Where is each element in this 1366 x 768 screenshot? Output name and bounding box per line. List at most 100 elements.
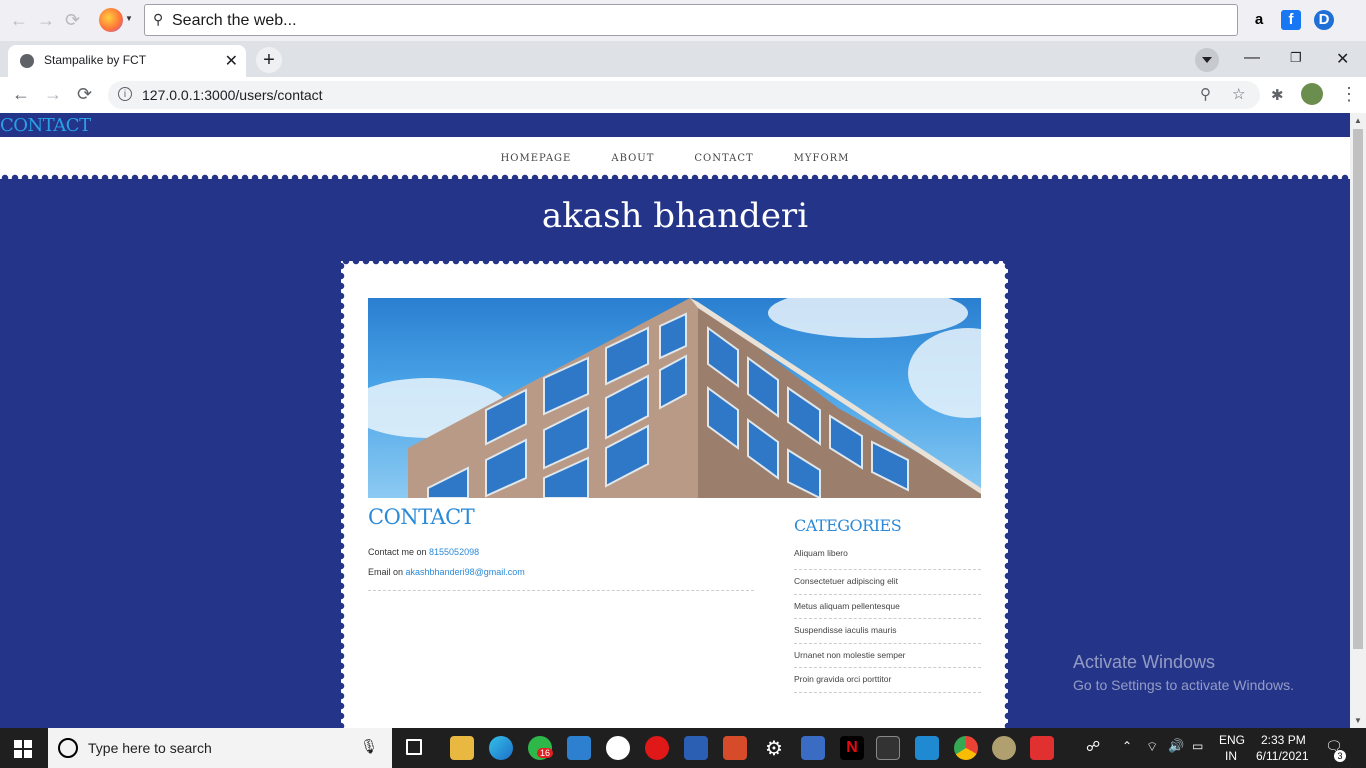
edge-icon[interactable] xyxy=(489,736,513,760)
chevron-up-icon[interactable]: ⌃ xyxy=(1122,739,1132,753)
contact-heading: CONTACT xyxy=(368,505,475,529)
category-item[interactable]: Aliquam libero xyxy=(794,546,981,570)
powerpoint-icon[interactable] xyxy=(723,736,747,760)
ff-back-icon[interactable]: ← xyxy=(10,11,28,29)
scroll-up-icon[interactable]: ▲ xyxy=(1354,116,1362,125)
task-view-icon[interactable] xyxy=(406,739,422,755)
categories-list: Aliquam libero Consectetuer adipiscing e… xyxy=(794,546,981,693)
volume-icon[interactable]: 🔊 xyxy=(1168,738,1184,754)
divider xyxy=(368,590,754,591)
battery-icon[interactable]: ▭ xyxy=(1192,739,1203,753)
phone-link[interactable]: 8155052098 xyxy=(429,547,479,557)
nav-homepage[interactable]: HOMEPAGE xyxy=(501,153,572,164)
whatsapp-badge: 16 xyxy=(537,748,554,758)
firefox-logo-icon[interactable] xyxy=(99,8,123,32)
microphone-icon[interactable]: 🎙 xyxy=(360,738,378,755)
close-icon[interactable]: ✕ xyxy=(225,51,238,71)
windows-start-icon[interactable] xyxy=(14,740,32,758)
language-label[interactable]: ENG xyxy=(1219,733,1245,747)
scalloped-divider xyxy=(0,171,1350,179)
category-item[interactable]: Proin gravida orci porttitor xyxy=(794,668,981,693)
categories-heading: CATEGORIES xyxy=(794,516,902,535)
category-item[interactable]: Urnanet non molestie semper xyxy=(794,644,981,668)
tab-stampalike[interactable]: Stampalike by FCT ✕ xyxy=(8,45,246,77)
people-icon[interactable]: ☍ xyxy=(1086,738,1100,755)
page-scrollbar[interactable]: ▲ ▼ xyxy=(1350,113,1366,728)
chevron-down-icon[interactable]: ▼ xyxy=(125,14,133,23)
taskbar-search-input[interactable]: Type here to search 🎙 xyxy=(48,728,392,768)
search-icon: ⚲ xyxy=(153,11,164,27)
nav-contact[interactable]: CONTACT xyxy=(694,153,753,164)
ff-search-placeholder: Search the web... xyxy=(172,12,297,29)
watermark-line1: Activate Windows xyxy=(1073,652,1216,672)
tab-strip: Stampalike by FCT ✕ + — ❐ ✕ xyxy=(0,41,1366,77)
avatar[interactable] xyxy=(1301,83,1323,105)
wifi-icon[interactable]: ⌔ xyxy=(1146,739,1158,755)
chrome-icon[interactable] xyxy=(954,736,978,760)
vscode-icon[interactable] xyxy=(915,736,939,760)
scrollbar-thumb[interactable] xyxy=(1353,129,1363,649)
nav-about[interactable]: ABOUT xyxy=(611,153,654,164)
minimize-icon[interactable]: — xyxy=(1244,49,1260,67)
nav-myform[interactable]: MYFORM xyxy=(794,153,850,164)
email-link[interactable]: akashbhanderi98@gmail.com xyxy=(406,567,525,577)
category-item[interactable]: Metus aliquam pellentesque xyxy=(794,595,981,619)
restore-icon[interactable]: ❐ xyxy=(1290,50,1302,66)
netflix-icon[interactable]: N xyxy=(840,736,864,760)
instagram-icon[interactable] xyxy=(606,736,630,760)
ff-search-input[interactable]: ⚲ Search the web... xyxy=(144,4,1238,36)
main-nav: HOMEPAGE ABOUT CONTACT MYFORM xyxy=(0,137,1350,173)
forward-icon[interactable]: → xyxy=(44,84,62,105)
window-close-icon[interactable]: ✕ xyxy=(1336,49,1349,69)
activate-windows-watermark: Activate Windows Go to Settings to activ… xyxy=(1073,652,1294,693)
store-icon[interactable] xyxy=(801,736,825,760)
taskbar: Type here to search 🎙 16 ⚙ N ☍ ⌃ ⌔ 🔊 ▭ E… xyxy=(0,728,1366,768)
facebook-icon[interactable]: f xyxy=(1281,10,1301,30)
url-input[interactable]: i 127.0.0.1:3000/users/contact ⚲ ☆ xyxy=(108,81,1260,109)
contact-email-line: Email on akashbhanderi98@gmail.com xyxy=(368,567,525,577)
terminal-icon[interactable] xyxy=(876,736,900,760)
info-icon[interactable]: i xyxy=(118,87,132,101)
back-icon[interactable]: ← xyxy=(12,84,30,105)
scroll-down-icon[interactable]: ▼ xyxy=(1354,716,1362,725)
clock-time[interactable]: 2:33 PM xyxy=(1261,733,1306,747)
star-icon[interactable]: ☆ xyxy=(1232,85,1245,103)
firefox-toolbar: ← → ⟳ ▼ ⚲ Search the web... a f D xyxy=(0,0,1366,41)
address-bar: ← → ⟳ i 127.0.0.1:3000/users/contact ⚲ ☆… xyxy=(0,77,1366,113)
new-tab-button[interactable]: + xyxy=(256,47,282,73)
region-label[interactable]: IN xyxy=(1225,749,1237,763)
notification-badge: 3 xyxy=(1334,750,1346,762)
extensions-icon[interactable]: ✱ xyxy=(1271,86,1284,104)
file-explorer-icon[interactable] xyxy=(450,736,474,760)
clock-date[interactable]: 6/11/2021 xyxy=(1256,749,1309,763)
url-text: 127.0.0.1:3000/users/contact xyxy=(142,87,323,103)
tab-search-icon[interactable] xyxy=(1195,48,1219,72)
settings-icon[interactable]: ⚙ xyxy=(762,736,786,760)
stamp-edge-right xyxy=(1002,261,1008,731)
ff-reload-icon[interactable]: ⟳ xyxy=(65,11,80,29)
opera-icon[interactable] xyxy=(645,736,669,760)
amazon-icon[interactable]: a xyxy=(1249,10,1269,30)
paint-icon[interactable] xyxy=(992,736,1016,760)
taskbar-search-placeholder: Type here to search xyxy=(88,740,212,756)
globe-icon xyxy=(20,54,34,68)
building-illustration xyxy=(408,298,981,498)
menu-icon[interactable]: ⋮ xyxy=(1340,84,1358,105)
ff-forward-icon[interactable]: → xyxy=(37,11,55,29)
reload-icon[interactable]: ⟳ xyxy=(77,84,92,105)
phone-label: Contact me on xyxy=(368,547,430,557)
zoom-icon[interactable]: ⚲ xyxy=(1200,85,1211,103)
category-item[interactable]: Suspendisse iaculis mauris xyxy=(794,619,981,644)
dashlane-icon[interactable]: D xyxy=(1314,10,1334,30)
stamp-edge-top xyxy=(341,261,1008,267)
anydesk-icon[interactable] xyxy=(1030,736,1054,760)
mail-icon[interactable] xyxy=(567,736,591,760)
content-card: CONTACT Contact me on 8155052098 Email o… xyxy=(341,261,1008,731)
page-top-bar: CONTACT xyxy=(0,113,1350,137)
email-label: Email on xyxy=(368,567,406,577)
category-item[interactable]: Consectetuer adipiscing elit xyxy=(794,570,981,595)
word-icon[interactable] xyxy=(684,736,708,760)
watermark-line2: Go to Settings to activate Windows. xyxy=(1073,677,1294,693)
site-title[interactable]: akash bhanderi xyxy=(0,196,1350,236)
contact-phone-line: Contact me on 8155052098 xyxy=(368,547,479,557)
